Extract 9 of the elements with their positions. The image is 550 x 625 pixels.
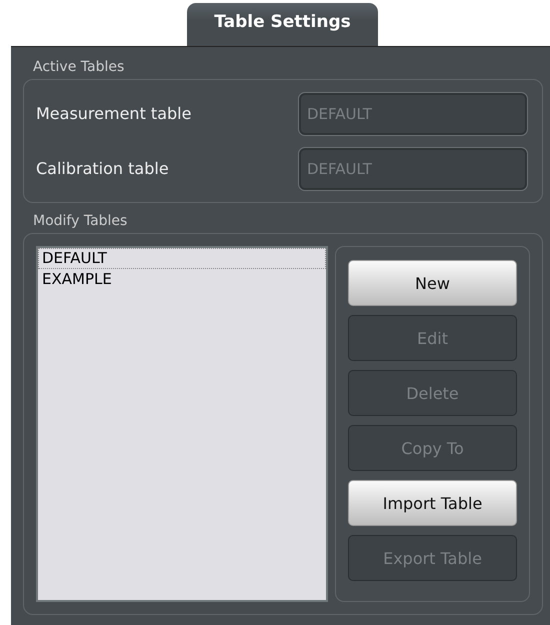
section-title: Active Tables xyxy=(33,59,126,77)
action-button[interactable]: Import Table xyxy=(348,480,517,526)
tab[interactable]: Table Settings xyxy=(187,3,378,47)
action-button[interactable]: New xyxy=(348,260,517,306)
field-label: Calibration table xyxy=(35,159,170,178)
list-item[interactable]: DEFAULT xyxy=(38,248,326,269)
field-label: Measurement table xyxy=(35,104,192,123)
list-item[interactable]: EXAMPLE xyxy=(38,269,326,290)
section-title: Modify Tables xyxy=(33,213,128,231)
